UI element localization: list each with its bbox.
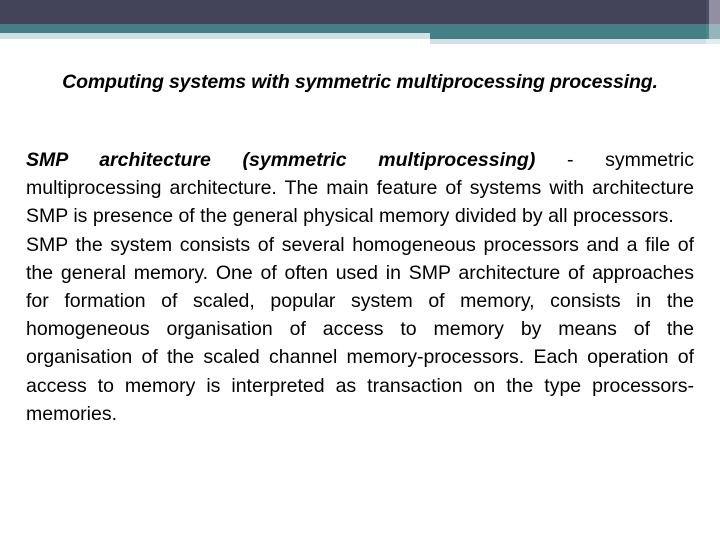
slide-title: Computing systems with symmetric multipr…: [62, 71, 658, 93]
header-band-teal-left: [0, 24, 430, 33]
header-band-teal-right: [430, 24, 706, 39]
header-band-teal-accent: [709, 24, 720, 39]
paragraph-1: SMP architecture (symmetric multiprocess…: [26, 146, 694, 231]
header-band-dark: [0, 0, 706, 24]
paragraph-1-lead-term: SMP architecture (symmetric multiprocess…: [26, 149, 536, 171]
slide-header-decoration: [0, 0, 720, 44]
slide-content-text: SMP architecture (symmetric multiprocess…: [26, 146, 694, 428]
paragraph-2-body: SMP the system consists of several homog…: [26, 233, 694, 425]
header-band-dark-accent: [709, 0, 720, 24]
paragraph-2: SMP the system consists of several homog…: [26, 231, 694, 428]
slide-body: Computing systems with symmetric multipr…: [0, 44, 720, 540]
